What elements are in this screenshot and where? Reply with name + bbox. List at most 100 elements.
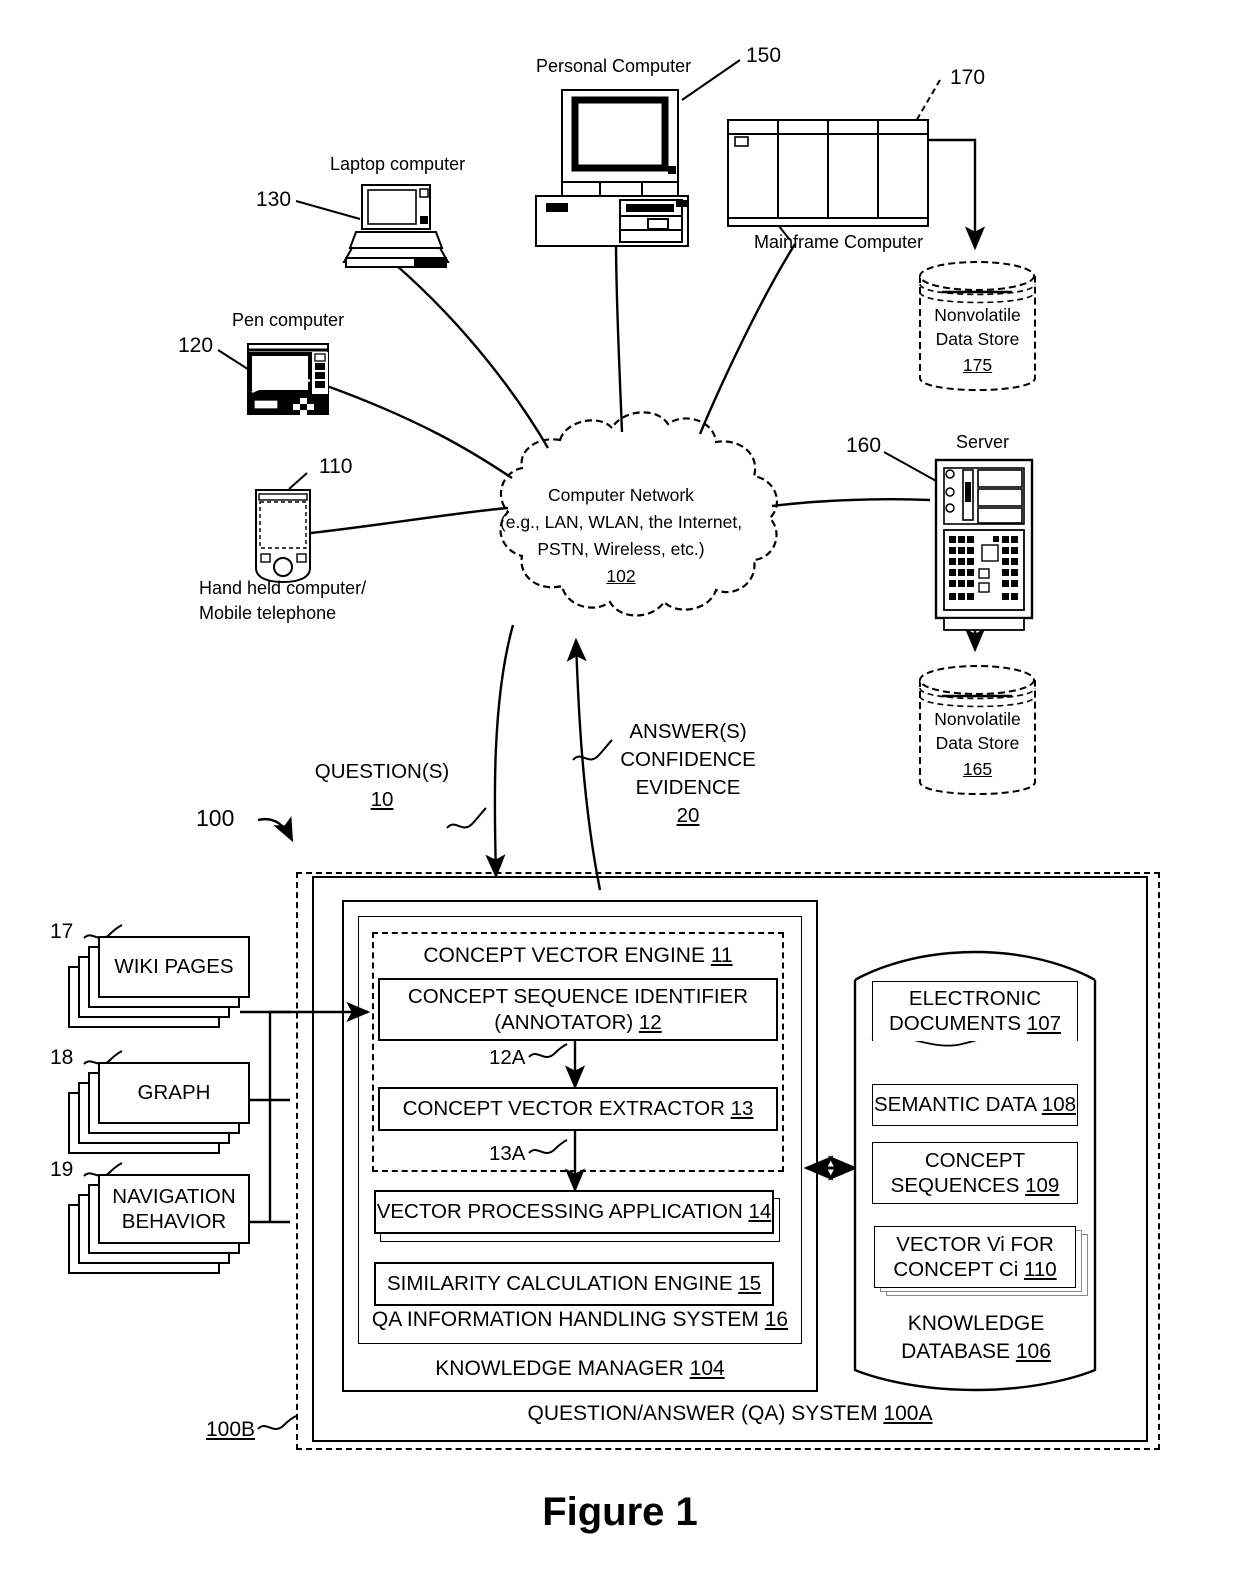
knowledge-manager-ref: 104 (689, 1357, 725, 1380)
handheld-computer-icon (255, 489, 311, 584)
server-icon (934, 458, 1034, 631)
pen-computer-label: Pen computer (232, 310, 345, 330)
mainframe-computer-icon (727, 119, 929, 227)
vector-for-concept-line1: VECTOR Vi FOR (896, 1232, 1054, 1256)
knowledge-database-label: DATABASE (901, 1340, 1011, 1363)
electronic-documents-line1: ELECTRONIC (908, 987, 1042, 1010)
laptop-ref: 130 (256, 188, 292, 211)
vector-for-concept-ref: 110 (1023, 1257, 1057, 1281)
network-detail-1: (e.g., LAN, WLAN, the Internet, (499, 512, 743, 532)
knowledge-manager-label: KNOWLEDGE MANAGER 104 (342, 1357, 818, 1381)
qa-ihs-ref: 16 (764, 1308, 789, 1331)
concept-sequence-identifier-line1: CONCEPT SEQUENCE IDENTIFIER (407, 984, 749, 1008)
source-card-graph[interactable]: GRAPH (98, 1062, 250, 1124)
source-label-wiki-pages: WIKI PAGES (114, 955, 234, 978)
concept-vector-extractor-label: CONCEPT VECTOR EXTRACTOR (402, 1097, 725, 1120)
concept-vector-extractor-block[interactable]: CONCEPT VECTOR EXTRACTOR 13 (378, 1087, 778, 1131)
system-ref-100: 100 (196, 805, 235, 831)
handheld-ref: 110 (319, 455, 353, 478)
vector-processing-text: VECTOR PROCESSING APPLICATION 14 (377, 1200, 772, 1224)
laptop-computer-icon (342, 184, 450, 268)
vector-processing-application-block[interactable]: VECTOR PROCESSING APPLICATION 14 (374, 1190, 774, 1234)
knowledge-database-line1: KNOWLEDGE (907, 1312, 1045, 1335)
mainframe-ref: 170 (950, 66, 986, 89)
answer-ref: 20 (676, 804, 700, 827)
concept-vector-engine-label: CONCEPT VECTOR ENGINE 11 (372, 944, 784, 968)
data-store-175-line2: Data Store (935, 329, 1020, 349)
qa-ihs-label-text: QA INFORMATION HANDLING SYSTEM (371, 1308, 759, 1331)
handheld-label-1: Hand held computer/ (199, 578, 367, 598)
question-ref: 10 (370, 788, 394, 811)
answer-label-3: EVIDENCE (635, 776, 741, 799)
concept-vector-engine-label-text: CONCEPT VECTOR ENGINE (423, 944, 705, 967)
semantic-data-item[interactable]: SEMANTIC DATA 108 (872, 1084, 1078, 1126)
source-label-navigation-2: BEHAVIOR (121, 1209, 227, 1233)
knowledge-manager-label-text: KNOWLEDGE MANAGER (435, 1357, 684, 1380)
semantic-data-ref: 108 (1041, 1093, 1077, 1116)
pen-computer-ref: 120 (178, 334, 214, 357)
concept-vector-engine-frame (372, 932, 784, 1172)
network-name: Computer Network (548, 485, 694, 505)
knowledge-database-ref: 106 (1015, 1340, 1051, 1363)
concept-sequences-line1: CONCEPT (924, 1148, 1026, 1172)
answer-label-2: CONFIDENCE (620, 748, 756, 771)
mainframe-label: Mainframe Computer (754, 232, 924, 252)
source-label-graph: GRAPH (137, 1081, 211, 1104)
concept-sequence-identifier-line2: (ANNOTATOR) 12 (494, 1011, 661, 1035)
knowledge-database-line2: DATABASE 106 (870, 1340, 1082, 1364)
semantic-data-text: SEMANTIC DATA 108 (874, 1093, 1076, 1117)
data-store-175-line1: Nonvolatile (934, 305, 1021, 325)
vector-for-concept-label: CONCEPT Ci (893, 1257, 1019, 1281)
source-card-wiki-pages[interactable]: WIKI PAGES (98, 936, 250, 998)
concept-vector-engine-ref: 11 (710, 944, 733, 967)
handheld-label-2: Mobile telephone (199, 603, 337, 623)
vector-for-concept-line2: CONCEPT Ci 110 (893, 1258, 1056, 1282)
personal-computer-label: Personal Computer (536, 56, 692, 76)
network-detail-2: PSTN, Wireless, etc.) (537, 539, 705, 559)
source-card-navigation-behavior[interactable]: NAVIGATION BEHAVIOR (98, 1174, 250, 1244)
concept-sequence-identifier-block[interactable]: CONCEPT SEQUENCE IDENTIFIER (ANNOTATOR) … (378, 978, 778, 1041)
pen-computer-icon (247, 343, 329, 415)
qa-system-label-text: QUESTION/ANSWER (QA) SYSTEM (527, 1402, 878, 1425)
electronic-documents-item[interactable]: ELECTRONIC DOCUMENTS 107 (872, 981, 1078, 1041)
concept-sequences-ref: 109 (1025, 1173, 1060, 1197)
qa-system-label: QUESTION/ANSWER (QA) SYSTEM 100A (312, 1402, 1148, 1426)
source-label-navigation-1: NAVIGATION (112, 1184, 236, 1208)
data-store-165-ref: 165 (962, 759, 993, 779)
data-store-175-ref: 175 (962, 355, 993, 375)
qa-system-ref: 100A (883, 1402, 933, 1425)
answer-label-1: ANSWER(S) (629, 720, 747, 743)
concept-sequences-item[interactable]: CONCEPT SEQUENCES 109 (872, 1142, 1078, 1204)
figure-title: Figure 1 (542, 1490, 698, 1534)
concept-vector-extractor-text: CONCEPT VECTOR EXTRACTOR 13 (403, 1097, 754, 1121)
electronic-documents-ref: 107 (1026, 1012, 1062, 1035)
qa-ihs-label: QA INFORMATION HANDLING SYSTEM 16 (358, 1308, 802, 1332)
personal-computer-ref: 150 (746, 44, 782, 67)
outer-ref-100b: 100B (206, 1418, 256, 1441)
data-store-165-line2: Data Store (935, 733, 1020, 753)
annotator-text: (ANNOTATOR) (494, 1010, 634, 1034)
concept-sequence-identifier-ref: 12 (638, 1010, 662, 1034)
question-label: QUESTION(S) (314, 760, 450, 783)
electronic-documents-label: DOCUMENTS (888, 1012, 1022, 1035)
network-ref: 102 (606, 566, 636, 586)
patent-figure-page: Computer Network (e.g., LAN, WLAN, the I… (0, 0, 1240, 1582)
concept-sequences-label: SEQUENCES (890, 1173, 1020, 1197)
similarity-calculation-ref: 15 (738, 1272, 762, 1295)
laptop-label: Laptop computer (330, 154, 466, 174)
source-ref-17: 17 (50, 920, 74, 943)
personal-computer-icon (535, 89, 689, 247)
semantic-data-label: SEMANTIC DATA (873, 1093, 1037, 1116)
vector-processing-ref: 14 (748, 1200, 772, 1223)
similarity-calculation-label: SIMILARITY CALCULATION ENGINE (386, 1272, 733, 1295)
vector-processing-label: VECTOR PROCESSING APPLICATION (376, 1200, 743, 1223)
concept-sequences-line2: SEQUENCES 109 (891, 1174, 1060, 1198)
server-label: Server (956, 432, 1010, 452)
connector-label-13a: 13A (489, 1142, 526, 1165)
vector-for-concept-item[interactable]: VECTOR Vi FOR CONCEPT Ci 110 (874, 1226, 1076, 1288)
similarity-calculation-engine-block[interactable]: SIMILARITY CALCULATION ENGINE 15 (374, 1262, 774, 1306)
source-ref-18: 18 (50, 1046, 74, 1069)
electronic-documents-line2: DOCUMENTS 107 (889, 1012, 1061, 1036)
similarity-calculation-text: SIMILARITY CALCULATION ENGINE 15 (387, 1272, 761, 1296)
data-store-165-line1: Nonvolatile (934, 709, 1021, 729)
